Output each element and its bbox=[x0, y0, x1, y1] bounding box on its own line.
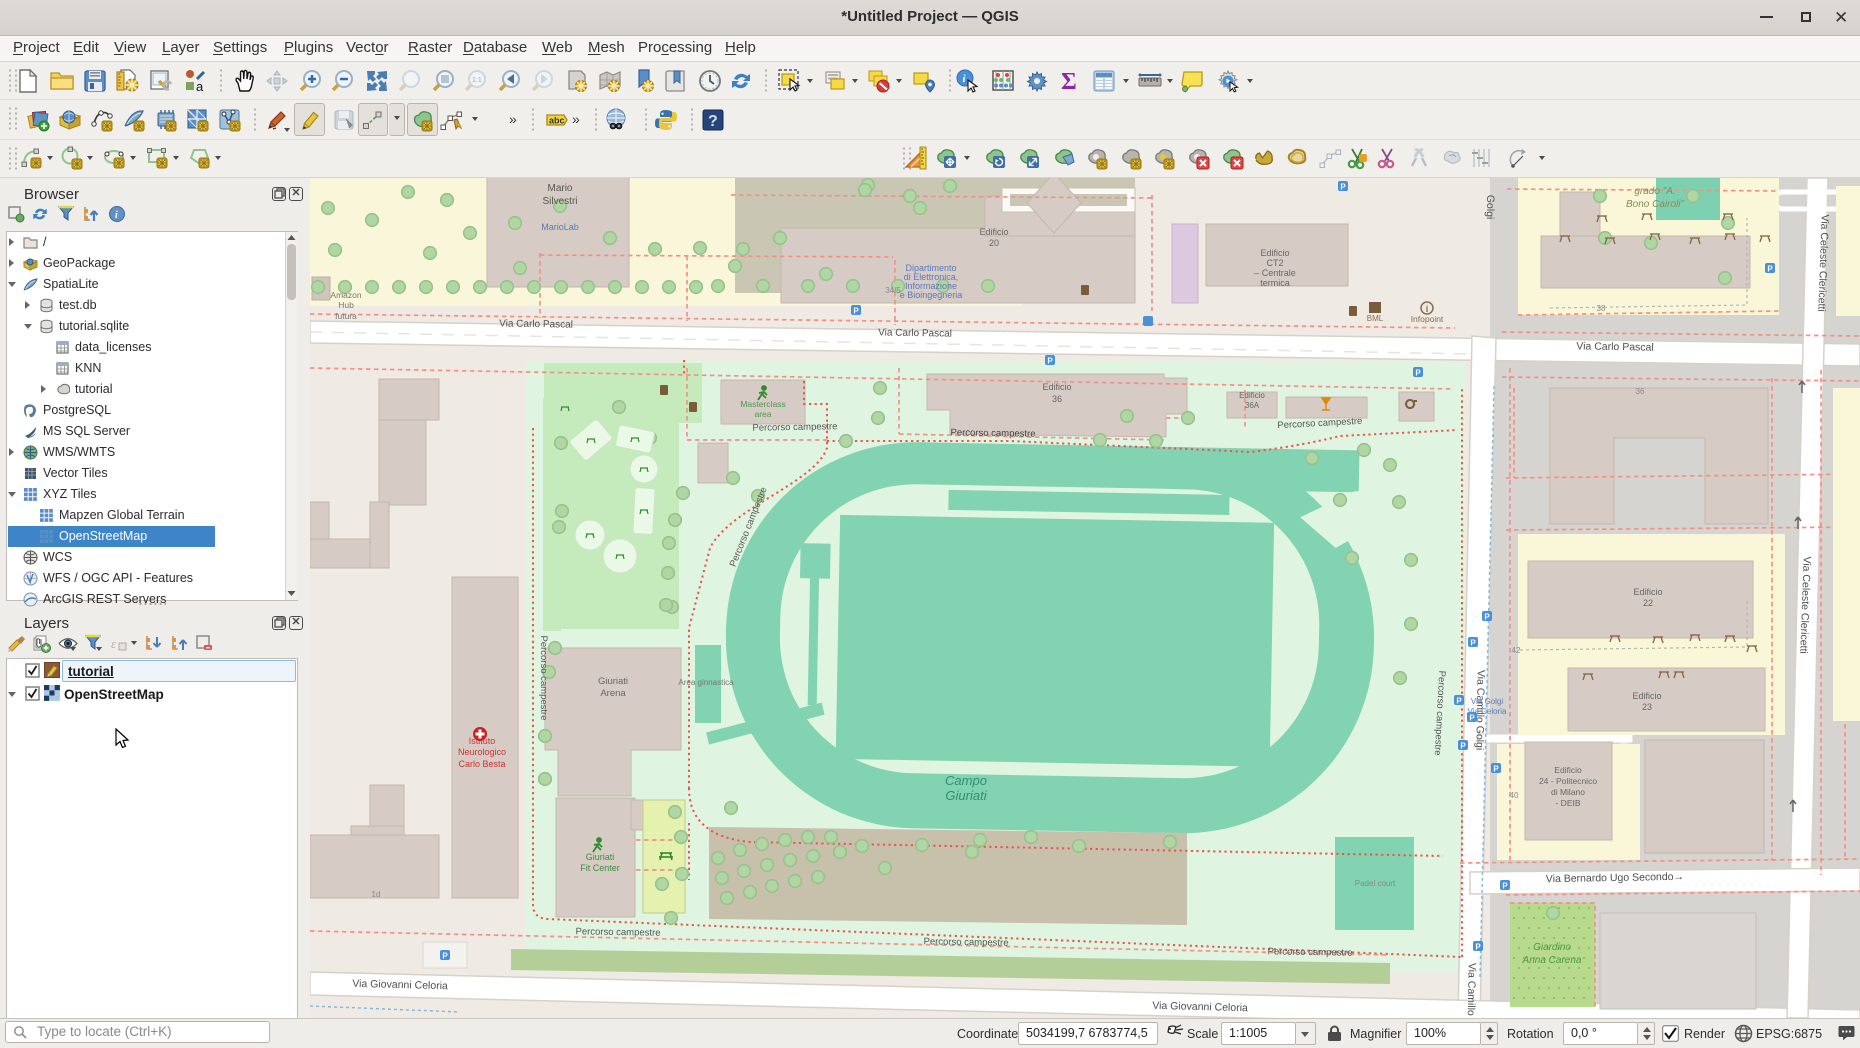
svg-text:Edificio: Edificio bbox=[1042, 382, 1071, 392]
svg-text:MarioLab: MarioLab bbox=[541, 222, 579, 232]
svg-text:Giuriati: Giuriati bbox=[945, 788, 987, 803]
svg-text:a: a bbox=[196, 79, 204, 93]
svg-text:Via Camillo Golgi: Via Camillo Golgi bbox=[1464, 963, 1477, 1018]
svg-text:Edificio: Edificio bbox=[1554, 765, 1582, 775]
svg-text:P: P bbox=[442, 952, 448, 961]
svg-text:grado "A.: grado "A. bbox=[1634, 186, 1675, 197]
svg-text:e Bioingegneria: e Bioingegneria bbox=[900, 290, 963, 300]
svg-text:termica: termica bbox=[1260, 278, 1290, 288]
svg-text:Edificio: Edificio bbox=[979, 227, 1008, 237]
svg-text:ε: ε bbox=[111, 636, 117, 651]
svg-text:34/5: 34/5 bbox=[885, 286, 901, 295]
svg-text:Via Giovanni Celoria: Via Giovanni Celoria bbox=[1152, 1000, 1248, 1015]
svg-text:42: 42 bbox=[1512, 646, 1521, 655]
svg-text:P: P bbox=[1502, 882, 1508, 891]
svg-text:20: 20 bbox=[989, 238, 999, 248]
svg-text:P: P bbox=[1415, 369, 1421, 378]
svg-text:Edificio: Edificio bbox=[1633, 587, 1662, 597]
svg-text:24 - Politecnico: 24 - Politecnico bbox=[1539, 776, 1597, 786]
svg-text:Mario: Mario bbox=[547, 183, 572, 194]
svg-text:40: 40 bbox=[1510, 791, 1519, 800]
svg-text:Golgi: Golgi bbox=[1484, 195, 1496, 220]
svg-text:Edificio: Edificio bbox=[1260, 248, 1289, 258]
svg-text:36: 36 bbox=[1052, 394, 1062, 404]
svg-text:P: P bbox=[1470, 639, 1476, 648]
svg-text:Hub: Hub bbox=[338, 300, 354, 310]
svg-text:Amazon: Amazon bbox=[330, 290, 361, 300]
svg-text:P: P bbox=[1484, 613, 1490, 622]
svg-text:Percorso campestre: Percorso campestre bbox=[752, 421, 837, 433]
svg-text:P: P bbox=[1456, 697, 1462, 706]
svg-text:36: 36 bbox=[1636, 387, 1645, 396]
svg-text:CT2: CT2 bbox=[1266, 258, 1283, 268]
svg-text:Carlo Besta: Carlo Besta bbox=[458, 759, 505, 769]
svg-text:Fit Center: Fit Center bbox=[580, 863, 620, 873]
svg-text:Percorso campestre: Percorso campestre bbox=[923, 936, 1008, 948]
svg-text:Anna Carena: Anna Carena bbox=[1522, 955, 1582, 966]
svg-text:Percorso campestre: Percorso campestre bbox=[575, 926, 660, 938]
svg-text:Infopoint: Infopoint bbox=[1411, 314, 1444, 324]
svg-text:- DEIB: - DEIB bbox=[1555, 798, 1580, 808]
svg-text:Σ: Σ bbox=[1061, 69, 1077, 93]
svg-text:23: 23 bbox=[1642, 702, 1652, 712]
svg-text:abc: abc bbox=[549, 116, 565, 126]
svg-text:P: P bbox=[1767, 265, 1773, 274]
svg-text:Via Golgi: Via Golgi bbox=[1471, 697, 1504, 706]
svg-text:Via Carlo Pascal: Via Carlo Pascal bbox=[1576, 340, 1654, 353]
svg-text:Percorso campestre: Percorso campestre bbox=[950, 427, 1035, 439]
svg-text:P: P bbox=[1340, 183, 1346, 192]
svg-text:Via Bernardo Ugo Secondo→: Via Bernardo Ugo Secondo→ bbox=[1546, 871, 1684, 885]
svg-text:P: P bbox=[1469, 714, 1475, 723]
svg-text:?: ? bbox=[708, 113, 718, 130]
svg-text:P: P bbox=[1493, 765, 1499, 774]
svg-text:P: P bbox=[1047, 357, 1053, 366]
svg-text:– Centrale: – Centrale bbox=[1254, 268, 1296, 278]
svg-text:Masterclass: Masterclass bbox=[740, 399, 785, 409]
svg-text:Campo: Campo bbox=[945, 773, 987, 788]
svg-text:Giuriati: Giuriati bbox=[598, 676, 628, 687]
svg-text:futura: futura bbox=[335, 311, 357, 321]
svg-text:38: 38 bbox=[1597, 304, 1606, 313]
svg-text:Arena: Arena bbox=[600, 688, 626, 699]
svg-text:Via Carlo Pascal: Via Carlo Pascal bbox=[878, 327, 952, 339]
svg-text:1:1: 1:1 bbox=[472, 77, 482, 84]
svg-text:Padel court: Padel court bbox=[1355, 879, 1396, 888]
svg-text:di Milano: di Milano bbox=[1551, 787, 1585, 797]
svg-text:P: P bbox=[1475, 943, 1481, 952]
svg-text:Percorso campestre: Percorso campestre bbox=[538, 635, 549, 720]
svg-text:Edificio: Edificio bbox=[1239, 391, 1265, 400]
svg-text:22: 22 bbox=[1643, 598, 1653, 608]
svg-text:P: P bbox=[1460, 742, 1466, 751]
svg-text:i: i bbox=[115, 210, 118, 221]
svg-text:Via Carlo Pascal: Via Carlo Pascal bbox=[499, 318, 573, 330]
svg-text:Neurologico: Neurologico bbox=[458, 747, 506, 757]
svg-text:1d: 1d bbox=[372, 890, 381, 899]
svg-text:P: P bbox=[853, 307, 859, 316]
svg-text:Via Giovanni Celoria: Via Giovanni Celoria bbox=[352, 978, 448, 993]
svg-text:Silvestri: Silvestri bbox=[542, 196, 577, 207]
svg-text:BML: BML bbox=[1367, 314, 1384, 323]
svg-text:Giuriati: Giuriati bbox=[586, 852, 615, 862]
svg-text:Percorso campestre: Percorso campestre bbox=[1267, 946, 1352, 958]
svg-text:area: area bbox=[754, 409, 771, 419]
svg-text:Giardino: Giardino bbox=[1533, 942, 1571, 953]
svg-text:Bono Cairoli": Bono Cairoli" bbox=[1626, 199, 1684, 210]
svg-text:i: i bbox=[1426, 304, 1429, 314]
svg-text:36A: 36A bbox=[1245, 401, 1260, 410]
svg-text:Edificio: Edificio bbox=[1632, 691, 1661, 701]
svg-text:Area ginnastica: Area ginnastica bbox=[678, 678, 734, 687]
